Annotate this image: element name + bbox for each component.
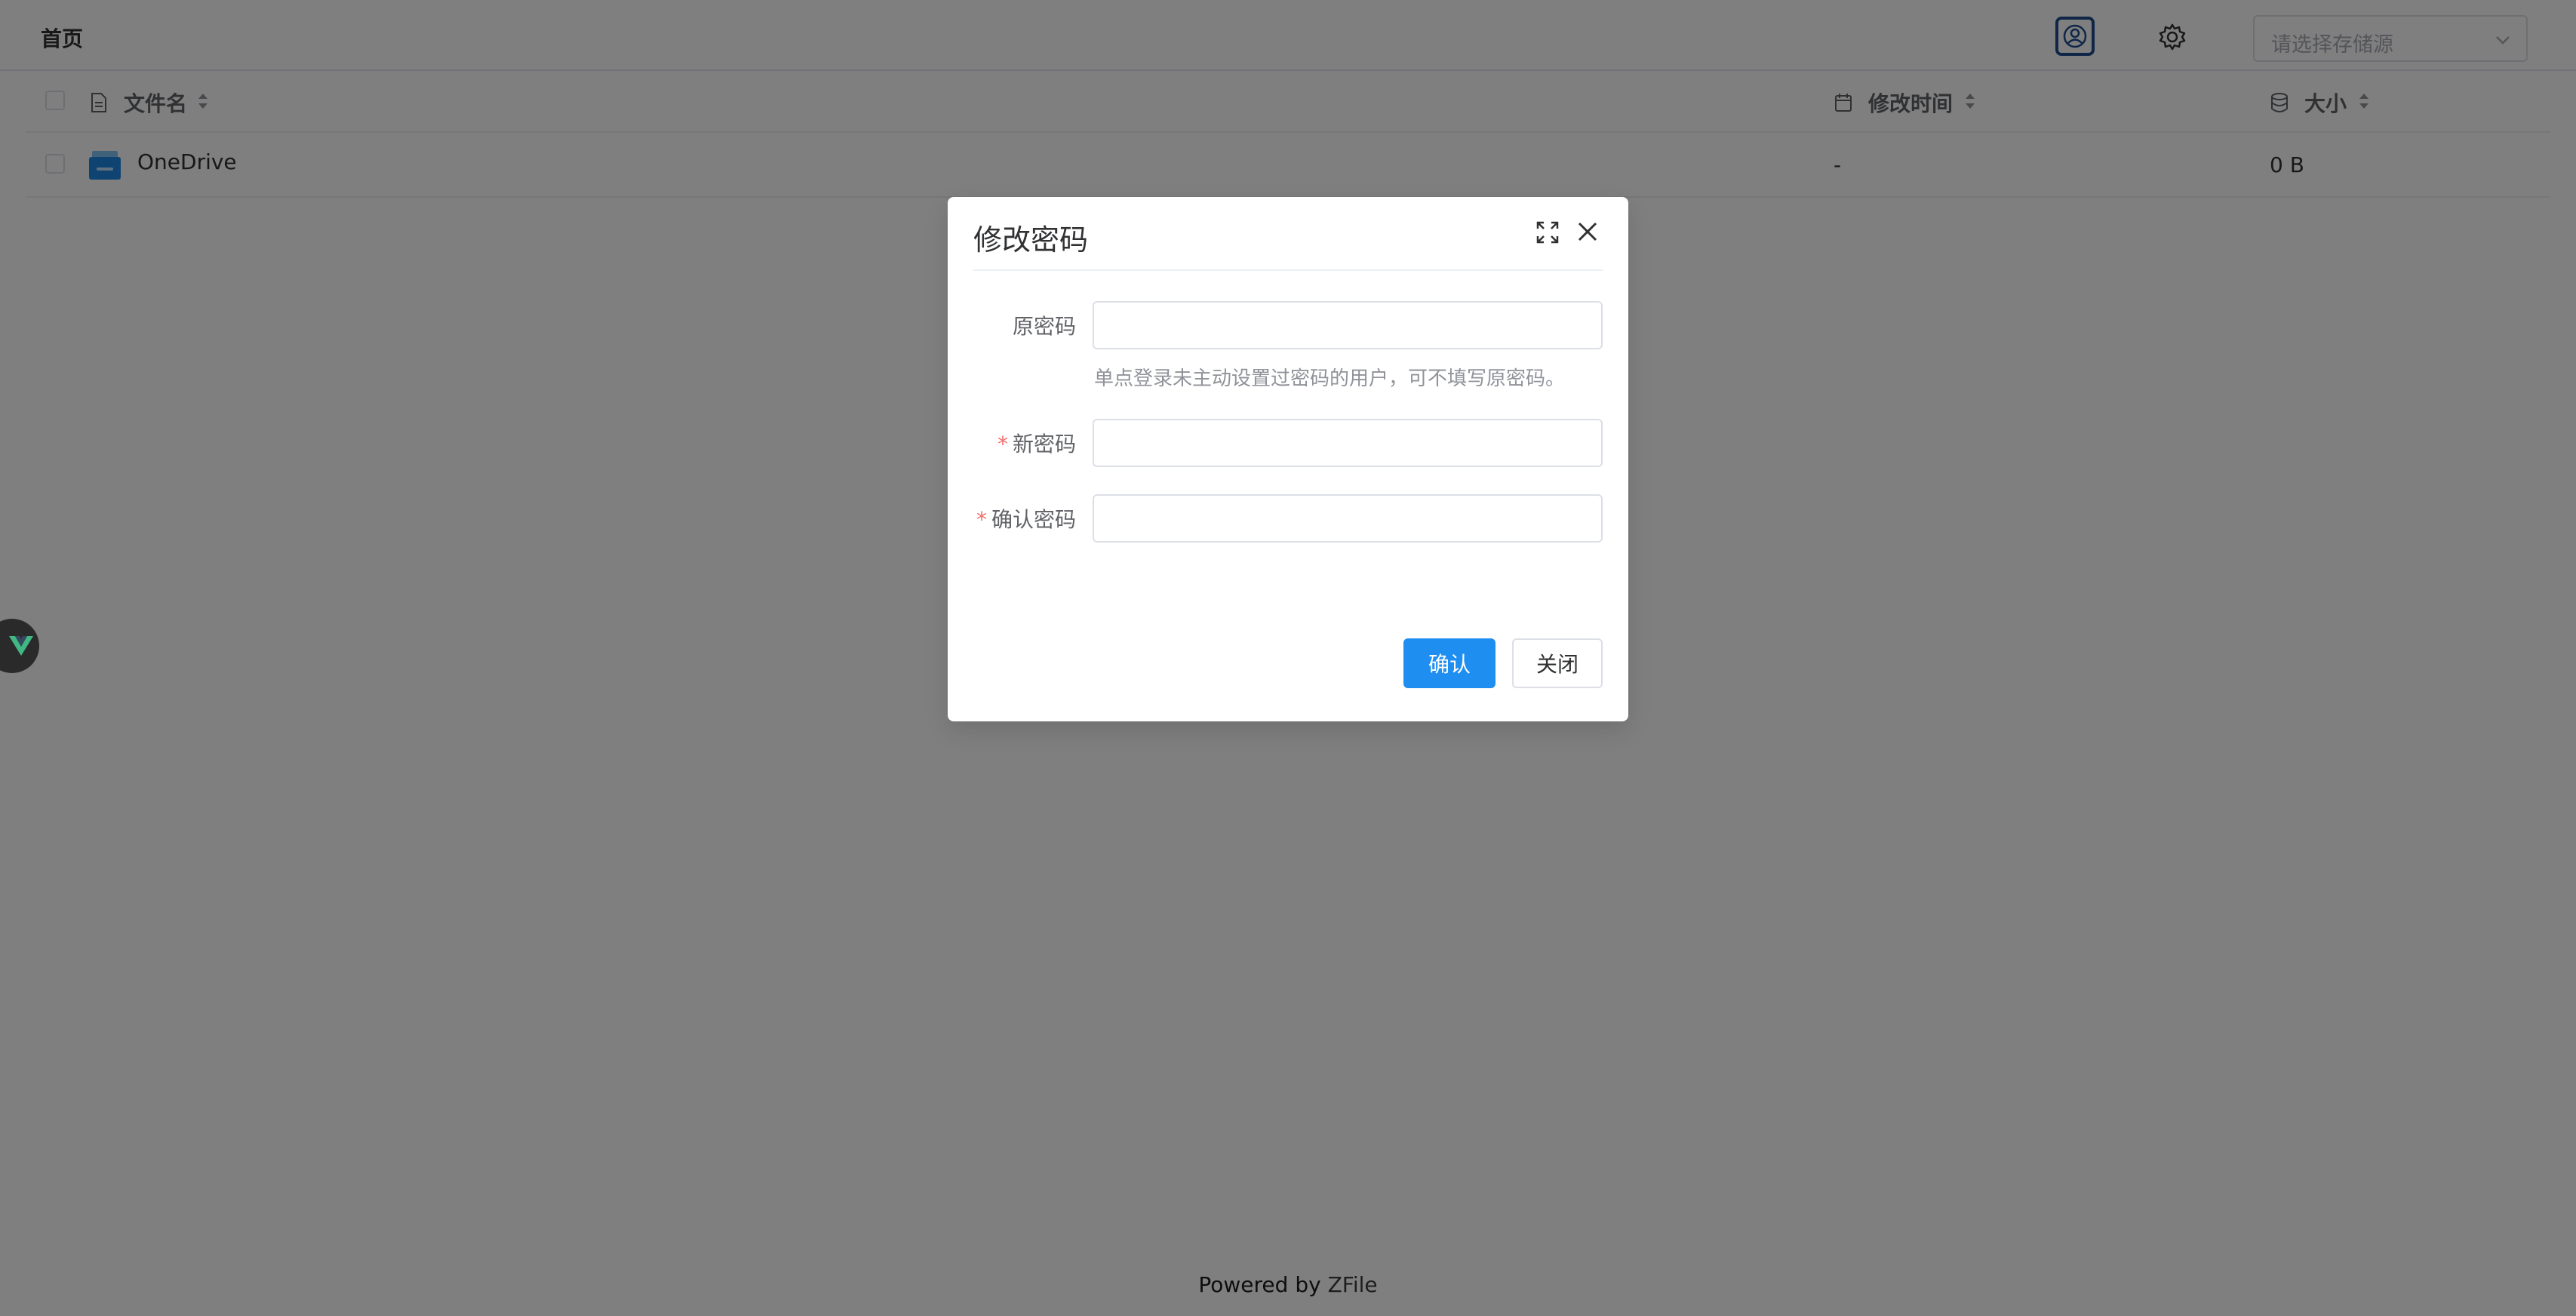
confirm-password-label-text: 确认密码: [991, 507, 1076, 532]
required-mark: *: [997, 432, 1008, 457]
required-mark: *: [976, 507, 987, 532]
confirm-password-label: * 确认密码: [970, 503, 1076, 533]
close-icon[interactable]: [1574, 218, 1601, 245]
old-password-input[interactable]: [1093, 301, 1603, 349]
old-password-hint: 单点登录未主动设置过密码的用户，可不填写原密码。: [1094, 367, 1566, 390]
dialog-title: 修改密码: [973, 223, 1089, 257]
change-password-dialog: 修改密码 原密码 单点登录未主动设置过密码的用户，可不填写原密码。 * 新密码 *…: [948, 197, 1628, 721]
dialog-divider: [973, 269, 1603, 271]
vue-devtools-icon: [9, 636, 33, 656]
close-button[interactable]: 关闭: [1512, 638, 1603, 688]
confirm-button[interactable]: 确认: [1403, 638, 1495, 688]
confirm-password-input[interactable]: [1093, 494, 1603, 543]
new-password-label-text: 新密码: [1012, 432, 1076, 457]
new-password-label: * 新密码: [970, 428, 1076, 458]
old-password-label: 原密码: [1012, 314, 1076, 339]
new-password-input[interactable]: [1093, 419, 1603, 467]
fullscreen-icon[interactable]: [1535, 220, 1560, 245]
